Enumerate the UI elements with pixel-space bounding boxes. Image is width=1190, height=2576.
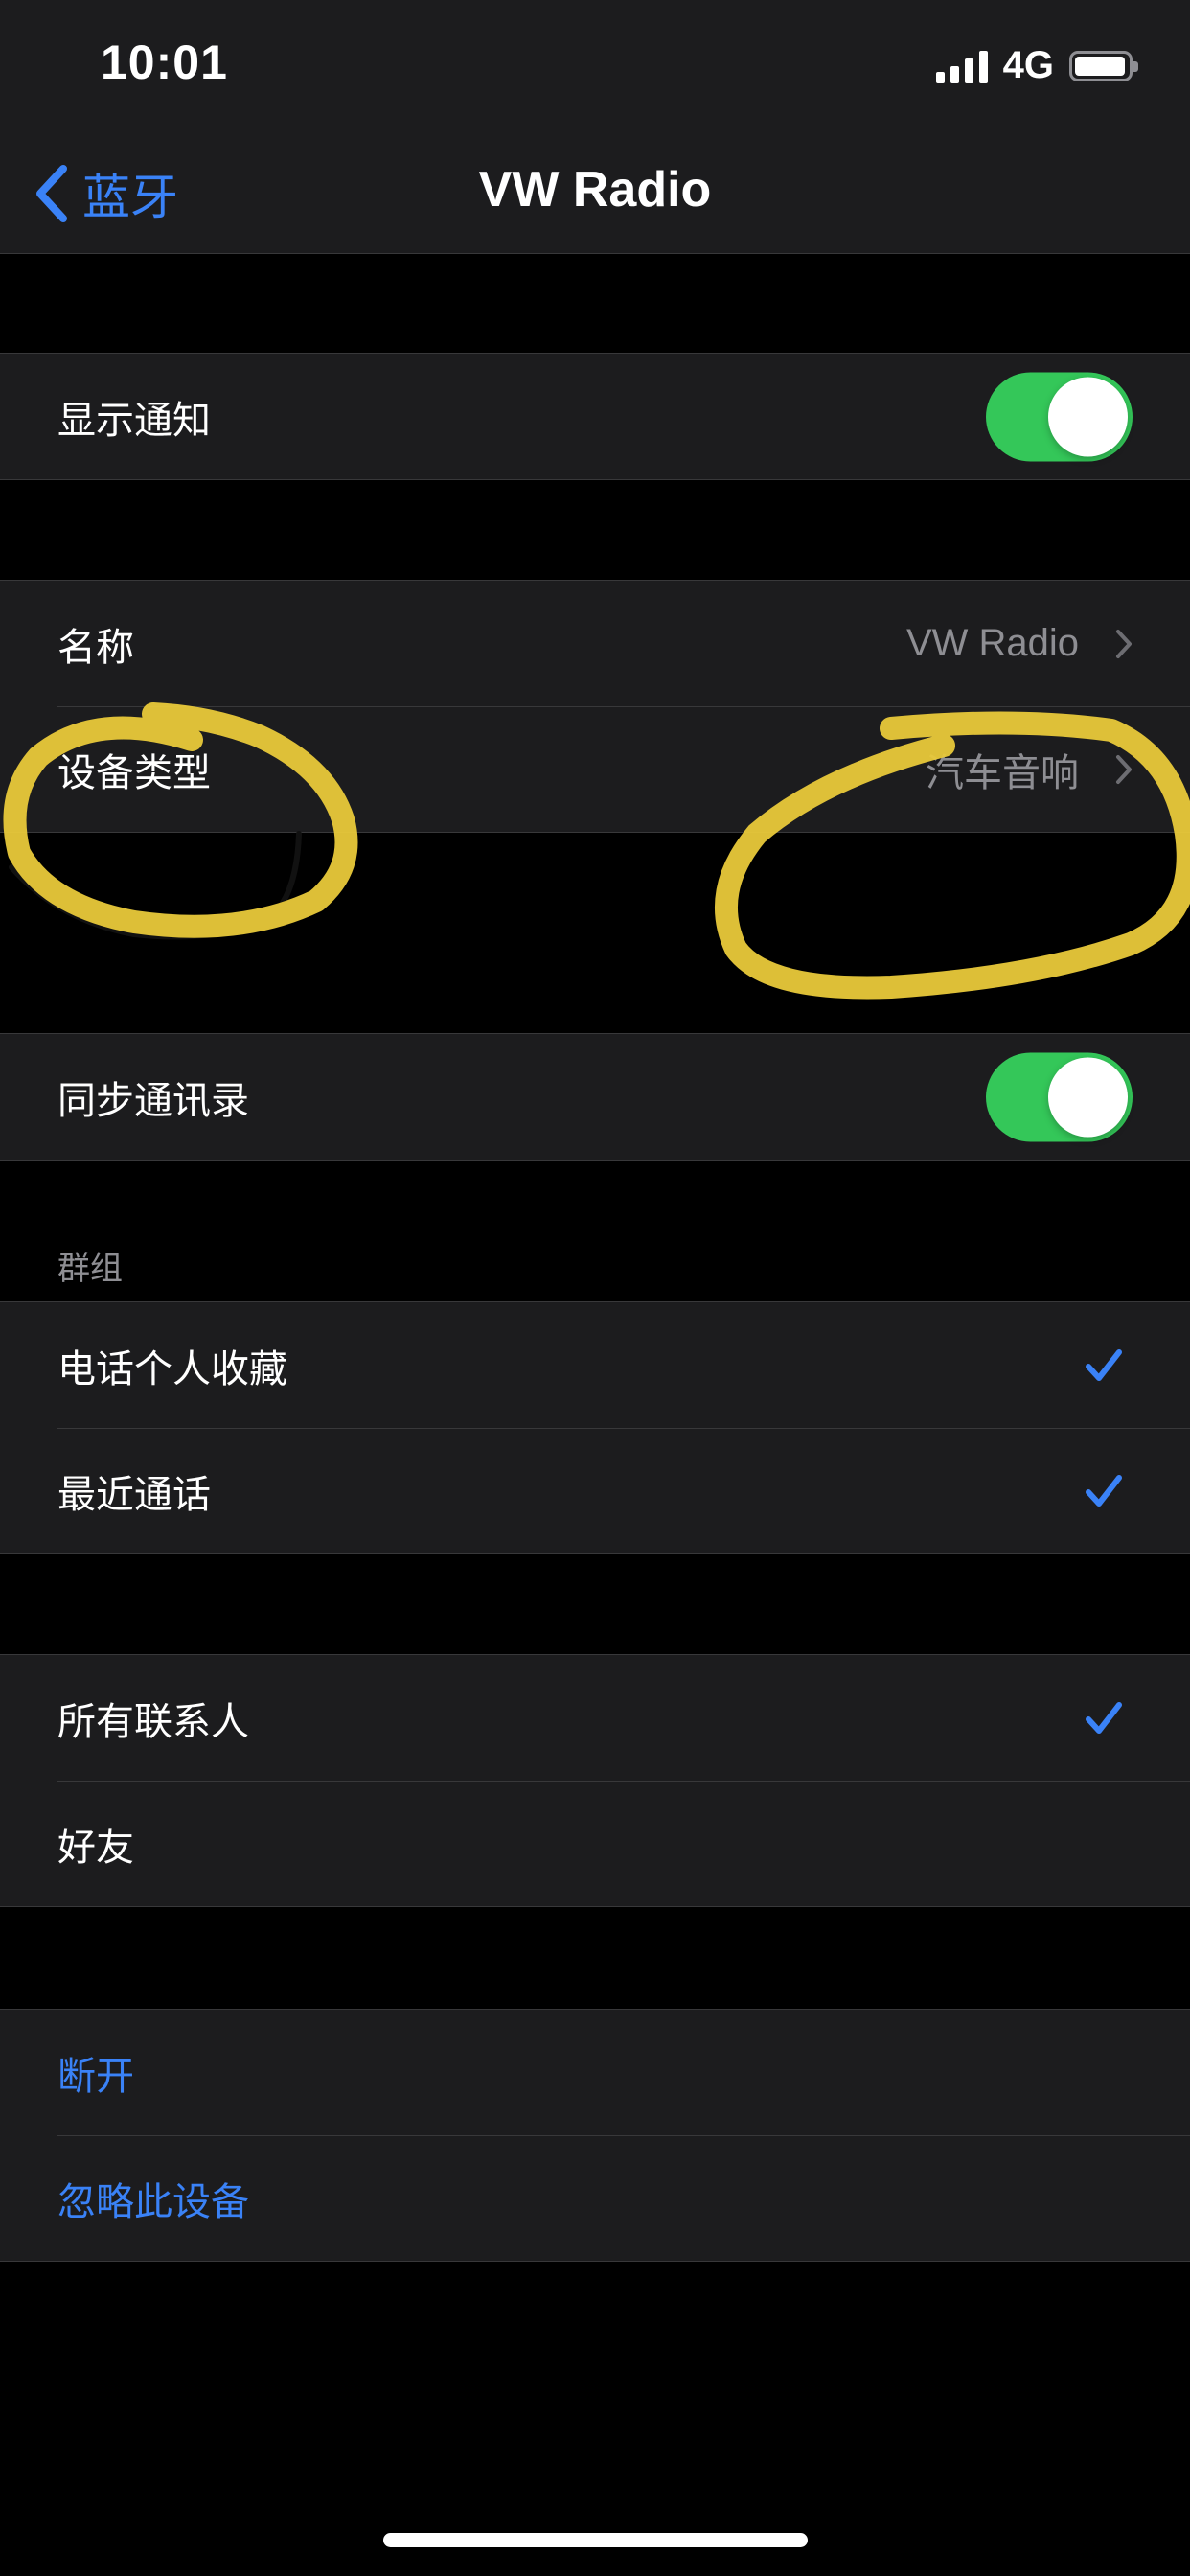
name-label: 名称 — [57, 625, 134, 670]
list-item[interactable]: 所有联系人 — [0, 1655, 1190, 1781]
toggle-knob — [1048, 377, 1128, 456]
actions-group: 断开 忽略此设备 — [0, 2009, 1190, 2262]
list-item[interactable]: 电话个人收藏 — [0, 1302, 1190, 1428]
network-type: 4G — [1002, 44, 1054, 86]
groups-list: 电话个人收藏 最近通话 — [0, 1301, 1190, 1554]
checkmark-icon — [1086, 1474, 1122, 1506]
list-item-label: 电话个人收藏 — [57, 1346, 287, 1392]
notifications-group: 显示通知 — [0, 353, 1190, 480]
annotation-black-stroke — [9, 831, 302, 940]
status-bar: 10:01 4G — [0, 0, 1190, 134]
nav-bar: 蓝牙 VW Radio — [0, 134, 1190, 254]
checkmark-icon — [1086, 1701, 1122, 1734]
forget-device-label: 忽略此设备 — [57, 2179, 249, 2224]
list-item[interactable]: 好友 — [0, 1781, 1190, 1906]
sync-contacts-toggle[interactable] — [986, 1052, 1133, 1141]
name-row[interactable]: 名称 VW Radio — [0, 581, 1190, 706]
battery-fill — [1075, 56, 1125, 76]
device-type-value: 汽车音响 — [926, 750, 1079, 795]
status-indicators: 4G — [935, 44, 1138, 87]
show-notifications-row: 显示通知 — [0, 354, 1190, 479]
sync-contacts-group: 同步通讯录 — [0, 1033, 1190, 1161]
device-info-group: 名称 VW Radio 设备类型 汽车音响 — [0, 580, 1190, 833]
chevron-right-icon — [1116, 754, 1132, 784]
status-time: 10:01 — [101, 35, 228, 89]
sync-contacts-label: 同步通讯录 — [57, 1078, 249, 1123]
cellular-signal-icon — [935, 49, 988, 83]
page-title: VW Radio — [478, 162, 712, 218]
groups-section-header: 群组 — [57, 1250, 123, 1288]
list-item[interactable]: 最近通话 — [0, 1428, 1190, 1553]
show-notifications-label: 显示通知 — [57, 398, 211, 443]
name-value: VW Radio — [905, 622, 1079, 664]
list-item-label: 最近通话 — [57, 1472, 211, 1517]
device-type-row[interactable]: 设备类型 汽车音响 — [0, 706, 1190, 832]
home-indicator[interactable] — [383, 2533, 808, 2547]
checkmark-icon — [1086, 1348, 1122, 1381]
contacts-list: 所有联系人 好友 — [0, 1654, 1190, 1907]
list-item-label: 所有联系人 — [57, 1699, 249, 1744]
list-item-label: 好友 — [57, 1825, 134, 1870]
disconnect-button[interactable]: 断开 — [0, 2010, 1190, 2135]
sync-contacts-row: 同步通讯录 — [0, 1034, 1190, 1160]
toggle-knob — [1048, 1057, 1128, 1137]
show-notifications-toggle[interactable] — [986, 372, 1133, 461]
forget-device-button[interactable]: 忽略此设备 — [0, 2135, 1190, 2261]
device-type-label: 设备类型 — [57, 750, 211, 795]
chevron-right-icon — [1116, 629, 1132, 658]
battery-icon — [1069, 50, 1138, 81]
disconnect-label: 断开 — [57, 2054, 134, 2099]
